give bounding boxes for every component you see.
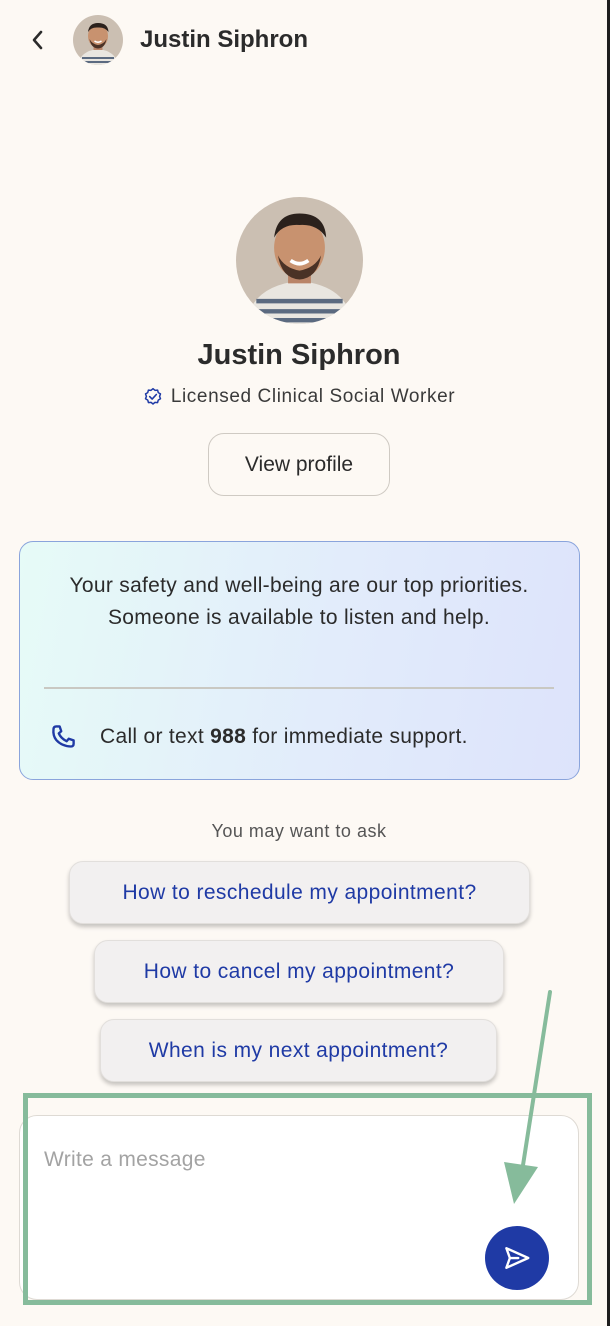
- divider: [44, 687, 554, 689]
- send-button[interactable]: [485, 1226, 549, 1290]
- verified-badge-icon: [144, 387, 162, 405]
- view-profile-button[interactable]: View profile: [208, 433, 390, 496]
- safety-message: Your safety and well-being are our top p…: [69, 574, 529, 629]
- phone-icon: [52, 725, 75, 748]
- suggestion-chip-reschedule[interactable]: How to reschedule my appointment?: [69, 861, 530, 924]
- crisis-line-prefix: Call or text: [100, 725, 211, 748]
- header-title: Justin Siphron: [140, 26, 308, 53]
- chat-header: Justin Siphron: [0, 0, 607, 80]
- chevron-left-icon: [32, 30, 43, 50]
- profile-name: Justin Siphron: [197, 339, 401, 371]
- message-input[interactable]: [44, 1148, 484, 1248]
- crisis-line-text: Call or text 988 for immediate support.: [100, 725, 468, 749]
- profile-avatar: [236, 197, 363, 324]
- suggestion-chip-next-appointment[interactable]: When is my next appointment?: [100, 1019, 497, 1082]
- credential-label: Licensed Clinical Social Worker: [170, 386, 456, 407]
- suggestions-label: You may want to ask: [211, 821, 387, 841]
- message-composer: [19, 1115, 579, 1300]
- crisis-line-row[interactable]: Call or text 988 for immediate support.: [48, 722, 468, 752]
- avatar[interactable]: [73, 15, 123, 65]
- crisis-line-number: 988: [210, 725, 247, 748]
- safety-card: Your safety and well-being are our top p…: [19, 541, 580, 780]
- back-button[interactable]: [22, 24, 54, 56]
- send-icon: [505, 1247, 530, 1269]
- suggestion-chip-cancel[interactable]: How to cancel my appointment?: [94, 940, 504, 1003]
- credential-row: Licensed Clinical Social Worker: [0, 386, 598, 408]
- crisis-line-suffix: for immediate support.: [246, 725, 468, 748]
